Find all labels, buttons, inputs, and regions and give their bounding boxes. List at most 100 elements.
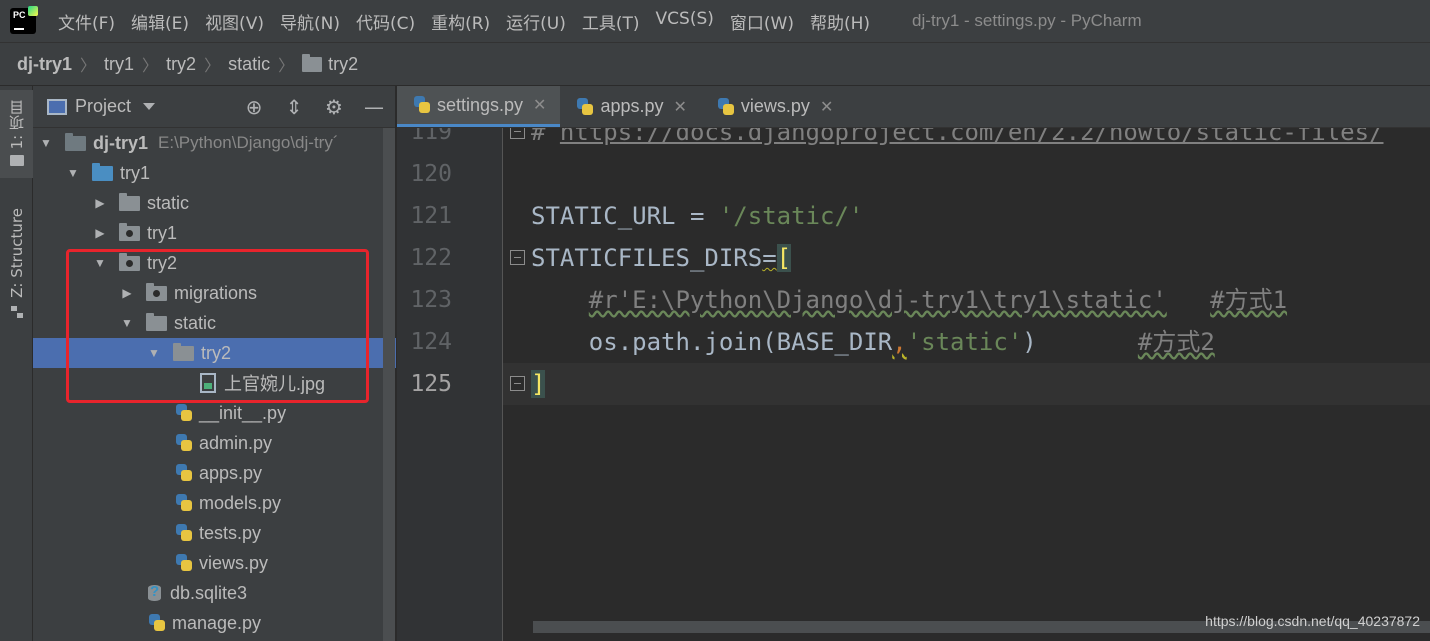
project-panel-scrollbar[interactable] bbox=[383, 128, 395, 641]
gear-icon[interactable]: ⚙ bbox=[321, 94, 347, 120]
breadcrumb-item-project[interactable]: dj-try1 bbox=[17, 54, 72, 75]
collapse-arrow-icon[interactable]: ▶ bbox=[93, 196, 107, 210]
tool-window-strip: 1: 项目 Z: Structure bbox=[0, 86, 33, 641]
code-line[interactable]: os.path.join(BASE_DIR,'static') #方式2 bbox=[531, 321, 1215, 363]
tree-item[interactable]: manage.py bbox=[33, 608, 396, 638]
editor-tab[interactable]: apps.py ✕ bbox=[560, 86, 700, 127]
python-file-icon bbox=[173, 433, 193, 453]
menu-item[interactable]: 文件(F) bbox=[50, 9, 123, 34]
menu-item[interactable]: 导航(N) bbox=[272, 9, 348, 34]
tree-item[interactable]: ▼ try1 bbox=[33, 158, 396, 188]
menu-item[interactable]: 运行(U) bbox=[498, 9, 574, 34]
project-panel-title[interactable]: Project bbox=[75, 96, 131, 117]
editor-tab[interactable]: settings.py ✕ bbox=[397, 86, 561, 127]
tree-item[interactable]: 上官婉儿.jpg bbox=[33, 368, 396, 398]
target-icon[interactable]: ⊕ bbox=[241, 94, 267, 120]
tree-item[interactable]: tests.py bbox=[33, 518, 396, 548]
menu-item[interactable]: VCS(S) bbox=[648, 9, 722, 34]
minimize-icon[interactable]: — bbox=[361, 94, 387, 120]
code-line[interactable]: ] bbox=[531, 363, 546, 405]
folder-icon bbox=[65, 132, 86, 151]
tree-item[interactable]: ▶ migrations bbox=[33, 278, 396, 308]
menu-item[interactable]: 工具(T) bbox=[574, 9, 648, 34]
collapse-arrow-icon[interactable]: ▶ bbox=[93, 226, 107, 240]
tree-item[interactable]: ▼ try2 bbox=[33, 248, 396, 278]
editor-tab[interactable]: views.py ✕ bbox=[701, 86, 847, 127]
folder-icon bbox=[302, 53, 323, 72]
fold-marker-icon[interactable] bbox=[510, 128, 525, 139]
tree-item[interactable]: ▼ static bbox=[33, 308, 396, 338]
expand-arrow-icon[interactable]: ▼ bbox=[120, 316, 134, 330]
tree-item[interactable]: db.sqlite3 bbox=[33, 578, 396, 608]
menu-item[interactable]: 重构(R) bbox=[423, 9, 498, 34]
gutter-divider bbox=[502, 128, 503, 641]
expand-arrow-icon[interactable]: ▼ bbox=[39, 136, 53, 150]
line-number: 123 bbox=[410, 287, 452, 313]
menu-item[interactable]: 编辑(E) bbox=[123, 9, 197, 34]
breadcrumb-separator: 〉 bbox=[80, 58, 97, 75]
code-line[interactable]: STATIC_URL = '/static/' bbox=[531, 195, 863, 237]
breadcrumb-item-try2[interactable]: try2 bbox=[166, 54, 196, 75]
expand-arrow-icon[interactable]: ▼ bbox=[147, 346, 161, 360]
code-line[interactable]: STATICFILES_DIRS=[ bbox=[531, 237, 792, 279]
project-panel-tools: ⊕ ⇕ ⚙ — bbox=[241, 94, 387, 120]
tree-item-label: dj-try1 bbox=[93, 132, 149, 153]
tree-item[interactable]: apps.py bbox=[33, 458, 396, 488]
tree-item[interactable]: ▼ try2 bbox=[33, 338, 396, 368]
tree-item[interactable]: views.py bbox=[33, 548, 396, 578]
folder-icon bbox=[146, 282, 167, 301]
menu-item[interactable]: 视图(V) bbox=[197, 9, 272, 34]
tree-item[interactable]: ▼ dj-try1 E:\Python\Django\dj-try´ bbox=[33, 128, 396, 158]
code-token: https://docs.djangoproject.com/en/2.2/ho… bbox=[559, 128, 1384, 146]
tree-item-label: manage.py bbox=[172, 612, 262, 633]
tree-item-label: static bbox=[174, 312, 217, 333]
line-number: 124 bbox=[410, 329, 452, 355]
code-editor[interactable]: 119 # https://docs.djangoproject.com/en/2… bbox=[397, 128, 1430, 641]
breadcrumb: dj-try1 〉 try1 〉 try2 〉 static 〉 try2 bbox=[0, 43, 1430, 86]
menu-item[interactable]: 代码(C) bbox=[348, 9, 423, 34]
breadcrumb-item-static[interactable]: static bbox=[228, 54, 270, 75]
menu-item[interactable]: 帮助(H) bbox=[802, 9, 878, 34]
fold-marker-icon[interactable] bbox=[510, 376, 525, 391]
tree-item[interactable]: ▶ static bbox=[33, 188, 396, 218]
python-file-icon bbox=[173, 523, 193, 543]
code-token: [ bbox=[776, 244, 792, 272]
code-line[interactable]: # https://docs.djangoproject.com/en/2.2/… bbox=[531, 128, 1384, 153]
collapse-arrow-icon[interactable]: ▶ bbox=[120, 286, 134, 300]
tree-item[interactable]: admin.py bbox=[33, 428, 396, 458]
line-number: 119 bbox=[410, 128, 452, 145]
structure-icon bbox=[10, 305, 23, 318]
tree-item-label: try2 bbox=[201, 342, 232, 363]
breadcrumb-item-try1[interactable]: try1 bbox=[104, 54, 134, 75]
tree-item[interactable]: models.py bbox=[33, 488, 396, 518]
python-file-icon bbox=[574, 97, 594, 117]
tree-item[interactable]: __init__.py bbox=[33, 398, 396, 428]
project-panel: Project ⊕ ⇕ ⚙ — ▼ dj-try1 E:\Python\Django… bbox=[33, 86, 396, 641]
expand-arrow-icon[interactable]: ▼ bbox=[66, 166, 80, 180]
watermark: https://blog.csdn.net/qq_40237872 bbox=[1205, 613, 1420, 629]
breadcrumb-item-current[interactable]: try2 bbox=[328, 54, 358, 75]
menu-item[interactable]: 窗口(W) bbox=[722, 9, 802, 34]
code-line[interactable]: #r'E:\Python\Django\dj-try1\try1\static'… bbox=[531, 279, 1287, 321]
expand-arrow-icon[interactable]: ▼ bbox=[93, 256, 107, 270]
code-token: 'static' bbox=[906, 328, 1023, 356]
folder-icon bbox=[173, 342, 194, 361]
line-number: 120 bbox=[410, 161, 452, 187]
structure-tool-tab[interactable]: Z: Structure bbox=[0, 202, 33, 322]
close-icon[interactable]: ✕ bbox=[820, 97, 833, 117]
tree-item[interactable]: ▶ try1 bbox=[33, 218, 396, 248]
project-tool-tab[interactable]: 1: 项目 bbox=[0, 90, 33, 178]
chevron-down-icon[interactable] bbox=[143, 103, 156, 110]
code-token: #r'E:\Python\Django\dj-try1\try1\static' bbox=[588, 286, 1167, 314]
collapse-all-icon[interactable]: ⇕ bbox=[281, 94, 307, 120]
tree-item-label: try1 bbox=[147, 222, 178, 243]
close-icon[interactable]: ✕ bbox=[674, 97, 687, 117]
tree-item-label: __init__.py bbox=[199, 402, 287, 423]
code-token: os.path.join(BASE_DIR bbox=[531, 328, 893, 356]
editor-tab-label: views.py bbox=[740, 96, 810, 116]
close-icon[interactable]: ✕ bbox=[533, 95, 546, 115]
project-tool-tab-label: 1: 项目 bbox=[8, 100, 26, 150]
code-token: # bbox=[531, 128, 560, 146]
fold-marker-icon[interactable] bbox=[510, 250, 525, 265]
